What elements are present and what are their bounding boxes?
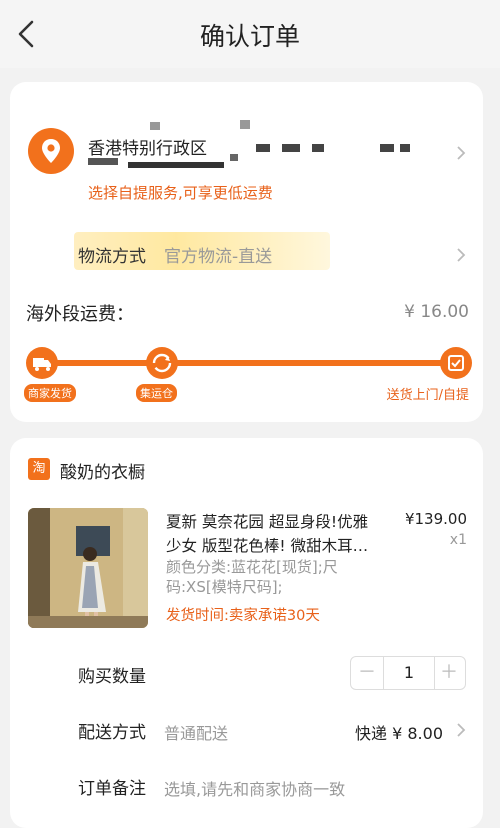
delivery-fee[interactable]: 快递 ¥ 8.00	[355, 720, 443, 744]
product-image[interactable]	[28, 508, 148, 628]
order-note-input[interactable]: 选填,请先和商家协商一致	[164, 776, 345, 800]
product-title-line2[interactable]: 少女 版型花色棒! 微甜木耳…	[166, 534, 368, 556]
stage-label-warehouse: 集运仓	[136, 384, 177, 402]
stage-label-ship: 商家发货	[24, 384, 76, 402]
address-card: 香港特别行政区 选择自提服务,可享更低运费 物流方式 官方物流-直送 海外段运费…	[10, 82, 483, 422]
quantity-value[interactable]: 1	[383, 657, 435, 689]
address-region[interactable]: 香港特别行政区	[88, 134, 207, 159]
product-price: ¥139.00	[404, 510, 467, 528]
increment-button[interactable]: ＋	[433, 657, 465, 689]
stage-label-deliver: 送货上门/自提	[386, 388, 469, 403]
quantity-stepper: － 1 ＋	[350, 656, 466, 690]
order-item-card: 淘 酸奶的衣橱 夏新 莫奈花园 超显身段!优雅 少女 版型花色棒! 微甜木耳… …	[10, 438, 483, 828]
logistics-label: 物流方式	[78, 247, 146, 267]
chevron-right-icon[interactable]	[456, 722, 466, 738]
warehouse-cycle-icon	[146, 347, 178, 379]
sku-line1: 颜色分类:蓝花花[现货];尺	[166, 558, 338, 576]
logistics-value[interactable]: 官方物流-直送	[164, 242, 272, 267]
nav-bar: 确认订单	[0, 0, 500, 68]
delivery-box-icon	[440, 347, 472, 379]
delivery-value[interactable]: 普通配送	[164, 720, 228, 744]
overseas-fee-value: ¥ 16.00	[404, 302, 469, 322]
shop-name[interactable]: 酸奶的衣橱	[60, 458, 145, 483]
truck-icon	[26, 347, 58, 379]
logistics-progress-track	[38, 360, 458, 366]
purchase-qty-label: 购买数量	[78, 667, 146, 687]
order-note-label: 订单备注	[78, 779, 146, 799]
ship-time: 发货时间:卖家承诺30天	[166, 608, 320, 624]
self-pickup-tip[interactable]: 选择自提服务,可享更低运费	[88, 182, 273, 203]
location-icon	[28, 128, 74, 174]
product-title-line1[interactable]: 夏新 莫奈花园 超显身段!优雅	[166, 510, 368, 532]
decrement-button[interactable]: －	[351, 657, 383, 689]
overseas-fee-label: 海外段运费：	[26, 304, 134, 325]
taobao-shop-icon: 淘	[28, 458, 50, 480]
page-title: 确认订单	[199, 22, 300, 51]
delivery-label: 配送方式	[78, 723, 146, 743]
chevron-right-icon[interactable]	[456, 145, 466, 161]
product-quantity: x1	[449, 532, 467, 548]
chevron-right-icon[interactable]	[456, 247, 466, 263]
sku-line2: 码:XS[模特尺码];	[166, 578, 283, 596]
